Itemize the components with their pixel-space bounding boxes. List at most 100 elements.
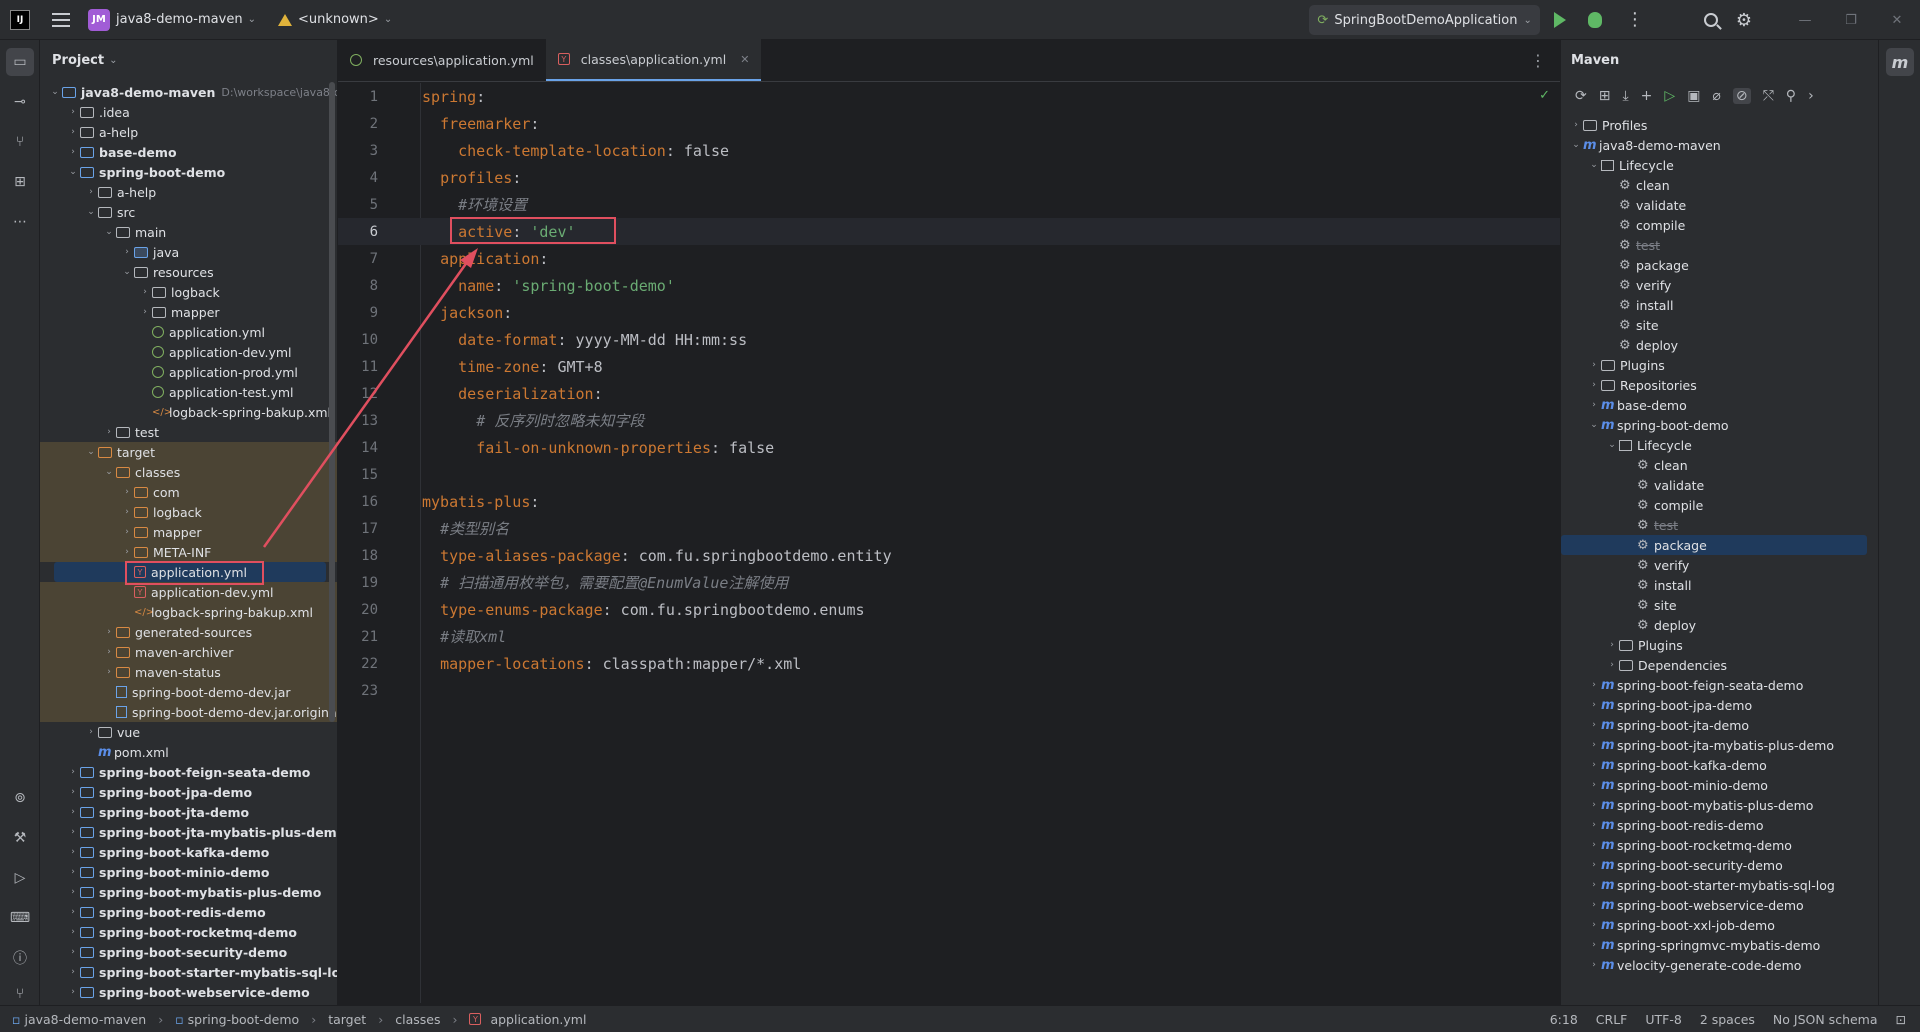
- maven-goal-item[interactable]: ⚙ compile: [1561, 495, 1878, 515]
- more-tools-icon[interactable]: ⋯: [6, 208, 34, 236]
- code-line[interactable]: 7 application:: [338, 245, 1560, 272]
- maven-tree-item[interactable]: › m spring-boot-kafka-demo: [1561, 755, 1878, 775]
- project-tree-item[interactable]: spring-boot-demo-dev.jar.original: [40, 702, 337, 722]
- project-tree-item[interactable]: › spring-boot-webservice-demo: [40, 982, 337, 1002]
- chevron-right-icon[interactable]: ›: [102, 627, 116, 637]
- chevron-right-icon[interactable]: ›: [66, 107, 80, 117]
- chevron-right-icon[interactable]: ›: [66, 827, 80, 837]
- chevron-down-icon[interactable]: ⌄: [120, 267, 134, 277]
- maven-tree-item[interactable]: › m spring-boot-redis-demo: [1561, 815, 1878, 835]
- chevron-right-icon[interactable]: ›: [66, 947, 80, 957]
- more-actions-icon[interactable]: ⋮: [1626, 11, 1644, 29]
- code-line[interactable]: 14 fail-on-unknown-properties: false: [338, 434, 1560, 461]
- maven-goal-item[interactable]: ⚙ test: [1561, 235, 1878, 255]
- project-tree-item[interactable]: › spring-boot-rocketmq-demo: [40, 922, 337, 942]
- project-tree-item[interactable]: spring-boot-demo-dev.jar: [40, 682, 337, 702]
- project-tree-item[interactable]: › .idea: [40, 102, 337, 122]
- code-line[interactable]: 16 mybatis-plus:: [338, 488, 1560, 515]
- file-encoding[interactable]: UTF-8: [1645, 1012, 1681, 1027]
- chevron-right-icon[interactable]: ›: [84, 187, 98, 197]
- chevron-right-icon[interactable]: ›: [120, 527, 134, 537]
- breadcrumb-item[interactable]: ▫ spring-boot-demo: [175, 1012, 299, 1027]
- project-tree-item[interactable]: ⌄ src: [40, 202, 337, 222]
- chevron-right-icon[interactable]: ›: [1587, 940, 1601, 950]
- download-icon[interactable]: ⤓: [1622, 88, 1628, 104]
- chevron-down-icon[interactable]: ⌄: [102, 227, 116, 237]
- maven-goal-item[interactable]: ⚙ package: [1561, 255, 1878, 275]
- maven-tree-item[interactable]: › Profiles: [1561, 115, 1878, 135]
- project-tree-item[interactable]: › spring-boot-jpa-demo: [40, 782, 337, 802]
- chevron-right-icon[interactable]: ›: [120, 507, 134, 517]
- vcs-branch[interactable]: <unknown>: [298, 12, 379, 27]
- code-area[interactable]: 1 spring: 2 freemarker: 3 check-template-lo…: [338, 83, 1560, 704]
- project-tree-item[interactable]: </> logback-spring-bakup.xml: [40, 402, 337, 422]
- chevron-right-icon[interactable]: ›: [66, 907, 80, 917]
- chevron-right-icon[interactable]: ›: [1605, 660, 1619, 670]
- chevron-right-icon[interactable]: ›: [1587, 800, 1601, 810]
- project-tree-item[interactable]: › test: [40, 422, 337, 442]
- maven-tree-item[interactable]: ⌄ m java8-demo-maven: [1561, 135, 1878, 155]
- code-line[interactable]: 10 date-format: yyyy-MM-dd HH:mm:ss: [338, 326, 1560, 353]
- chevron-right-icon[interactable]: ›: [66, 967, 80, 977]
- project-tree-item[interactable]: ⌄ main: [40, 222, 337, 242]
- chevron-down-icon[interactable]: ⌄: [84, 207, 98, 217]
- code-line[interactable]: 17 #类型别名: [338, 515, 1560, 542]
- maven-goal-item[interactable]: ⚙ validate: [1561, 195, 1878, 215]
- maven-goal-item[interactable]: ⚙ verify: [1561, 555, 1878, 575]
- maximize-icon[interactable]: ❐: [1828, 13, 1874, 28]
- chevron-down-icon[interactable]: ⌄: [248, 14, 256, 25]
- maven-goal-item[interactable]: ⚙ site: [1561, 315, 1878, 335]
- chevron-right-icon[interactable]: ›: [1587, 880, 1601, 890]
- code-line[interactable]: 20 type-enums-package: com.fu.springboot…: [338, 596, 1560, 623]
- run-config-selector[interactable]: ⟳ SpringBootDemoApplication ⌄: [1309, 5, 1540, 35]
- chevron-down-icon[interactable]: ⌄: [1605, 440, 1619, 450]
- project-tree-item[interactable]: › spring-boot-minio-demo: [40, 862, 337, 882]
- maven-tree-item[interactable]: › m spring-boot-webservice-demo: [1561, 895, 1878, 915]
- chevron-right-icon[interactable]: ›: [66, 767, 80, 777]
- code-line[interactable]: 9 jackson:: [338, 299, 1560, 326]
- problems-icon[interactable]: ⓘ: [6, 944, 34, 972]
- project-tree-item[interactable]: › generated-sources: [40, 622, 337, 642]
- tab-options-icon[interactable]: ⋮: [1530, 51, 1546, 70]
- run-tool-icon[interactable]: ▷: [6, 864, 34, 892]
- code-line[interactable]: 18 type-aliases-package: com.fu.springbo…: [338, 542, 1560, 569]
- project-tree-item[interactable]: ⌄ resources: [40, 262, 337, 282]
- project-tree-item[interactable]: › spring-boot-feign-seata-demo: [40, 762, 337, 782]
- project-tree-item[interactable]: › java: [40, 242, 337, 262]
- git-icon[interactable]: ⑂: [6, 980, 34, 1008]
- maven-goal-item[interactable]: ⚙ clean: [1561, 455, 1878, 475]
- chevron-down-icon[interactable]: ⌄: [1587, 420, 1601, 430]
- chevron-right-icon[interactable]: ›: [1808, 88, 1814, 104]
- chevron-right-icon[interactable]: ›: [66, 867, 80, 877]
- maven-tree-item[interactable]: › m spring-springmvc-mybatis-demo: [1561, 935, 1878, 955]
- code-line[interactable]: 8 name: 'spring-boot-demo': [338, 272, 1560, 299]
- code-line[interactable]: 4 profiles:: [338, 164, 1560, 191]
- project-tree-item[interactable]: › META-INF: [40, 542, 337, 562]
- chevron-down-icon[interactable]: ⌄: [102, 467, 116, 477]
- project-tree-item[interactable]: › spring-boot-kafka-demo: [40, 842, 337, 862]
- project-tree-item[interactable]: application.yml: [40, 322, 337, 342]
- chevron-right-icon[interactable]: ›: [66, 887, 80, 897]
- terminal-icon[interactable]: ⌨: [6, 904, 34, 932]
- breadcrumb-item[interactable]: target: [328, 1012, 366, 1027]
- chevron-right-icon[interactable]: ›: [120, 487, 134, 497]
- chevron-right-icon[interactable]: ›: [66, 787, 80, 797]
- chevron-down-icon[interactable]: ⌄: [66, 167, 80, 177]
- chevron-right-icon[interactable]: ›: [102, 667, 116, 677]
- project-tree-item[interactable]: application-test.yml: [40, 382, 337, 402]
- chevron-right-icon[interactable]: ›: [1587, 820, 1601, 830]
- chevron-right-icon[interactable]: ›: [102, 647, 116, 657]
- breadcrumb-item[interactable]: Yapplication.yml: [469, 1012, 586, 1027]
- project-tree-item[interactable]: ⌄ classes: [40, 462, 337, 482]
- project-tree-item[interactable]: application-dev.yml: [40, 342, 337, 362]
- chevron-down-icon[interactable]: ⌄: [384, 14, 392, 25]
- maven-goal-item[interactable]: ⚙ install: [1561, 575, 1878, 595]
- main-menu-icon[interactable]: [52, 12, 70, 27]
- project-panel-header[interactable]: Project ⌄: [40, 40, 337, 80]
- maven-tree-item[interactable]: › m spring-boot-minio-demo: [1561, 775, 1878, 795]
- maven-tree-item[interactable]: › Repositories: [1561, 375, 1878, 395]
- code-line[interactable]: 15: [338, 461, 1560, 488]
- maven-goal-item[interactable]: ⚙ clean: [1561, 175, 1878, 195]
- close-tab-icon[interactable]: ✕: [740, 53, 749, 66]
- chevron-down-icon[interactable]: ⌄: [84, 447, 98, 457]
